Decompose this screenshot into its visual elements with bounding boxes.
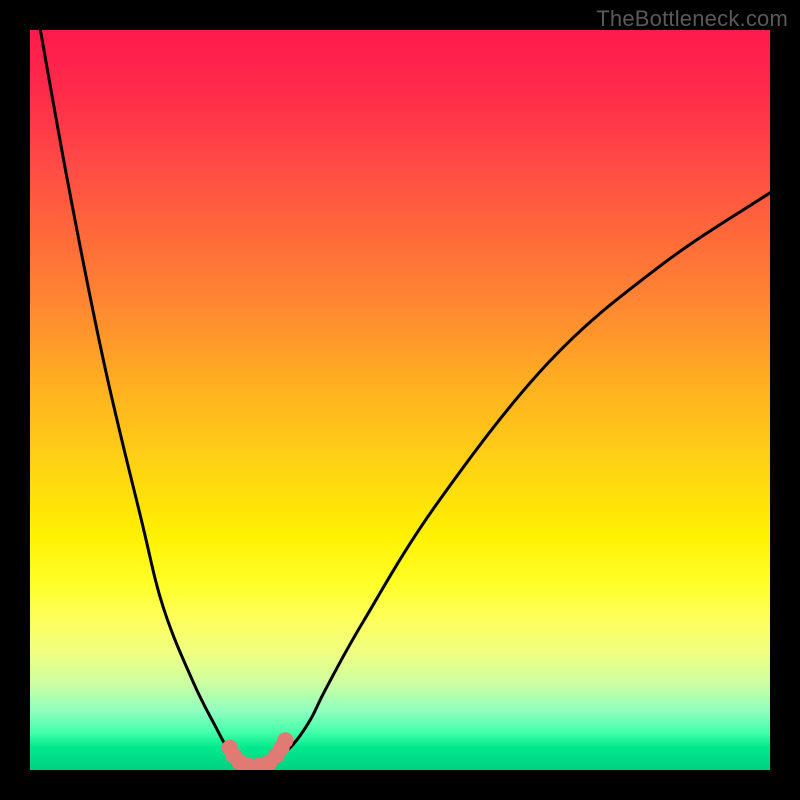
curve-markers <box>222 732 294 770</box>
bottleneck-curve <box>30 30 770 767</box>
curve-marker <box>277 732 293 748</box>
chart-area <box>30 30 770 770</box>
chart-svg-overlay <box>30 30 770 770</box>
brand-label: TheBottleneck.com <box>596 6 788 32</box>
